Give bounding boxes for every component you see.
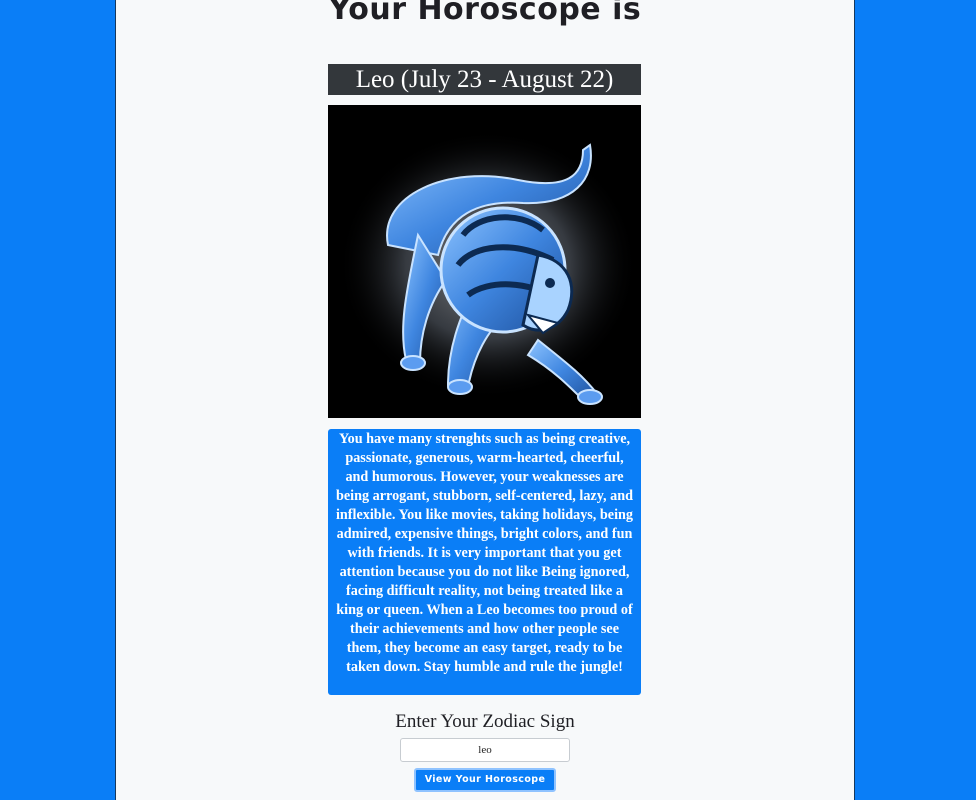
view-horoscope-button[interactable]: View Your Horoscope — [414, 768, 556, 792]
zodiac-sign-input[interactable] — [400, 738, 570, 762]
page-heading: Your Horoscope is — [328, 0, 642, 27]
sign-title: Leo (July 23 - August 22) — [328, 64, 641, 95]
leo-lion-icon — [328, 105, 641, 418]
zodiac-sign-label: Enter Your Zodiac Sign — [395, 711, 575, 732]
horoscope-description: You have many strenghts such as being cr… — [328, 429, 641, 695]
content-panel: Your Horoscope is Leo (July 23 - August … — [115, 0, 855, 800]
leo-zodiac-image — [328, 105, 641, 418]
